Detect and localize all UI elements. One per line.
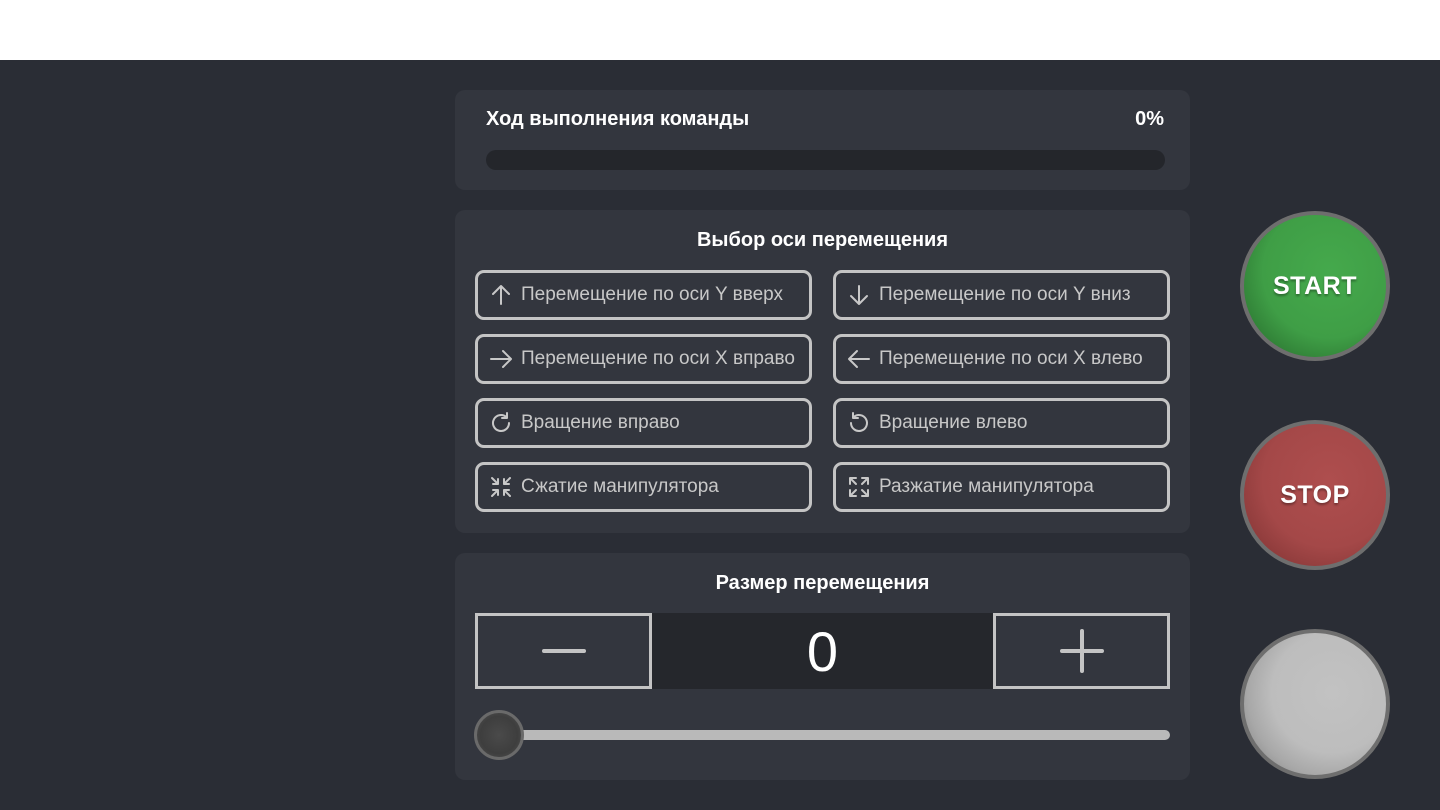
move-y-up-label: Перемещение по оси Y вверх bbox=[521, 284, 784, 305]
size-slider-thumb[interactable] bbox=[474, 710, 524, 760]
progress-panel: Ход выполнения команды 0% bbox=[455, 90, 1190, 190]
start-button[interactable]: START bbox=[1240, 211, 1390, 361]
top-bar bbox=[0, 0, 1440, 60]
axis-panel: Выбор оси перемещения Перемещение по оси… bbox=[455, 210, 1190, 533]
compress-icon bbox=[489, 475, 513, 499]
arrow-right-icon bbox=[489, 347, 513, 371]
rotate-left-button[interactable]: Вращение влево bbox=[833, 398, 1170, 448]
progress-bar bbox=[486, 150, 1165, 170]
rotate-right-button[interactable]: Вращение вправо bbox=[475, 398, 812, 448]
move-x-right-label: Перемещение по оси X вправо bbox=[521, 348, 795, 369]
stop-button[interactable]: STOP bbox=[1240, 420, 1390, 570]
arrow-left-icon bbox=[847, 347, 871, 371]
move-x-left-label: Перемещение по оси X влево bbox=[879, 348, 1143, 369]
expand-icon bbox=[847, 475, 871, 499]
move-y-up-button[interactable]: Перемещение по оси Y вверх bbox=[475, 270, 812, 320]
size-value: 0 bbox=[652, 613, 993, 689]
progress-percent: 0% bbox=[1135, 108, 1164, 130]
plus-icon bbox=[1059, 629, 1104, 673]
move-y-down-button[interactable]: Перемещение по оси Y вниз bbox=[833, 270, 1170, 320]
decrease-button[interactable] bbox=[475, 613, 652, 689]
size-panel-title: Размер перемещения bbox=[715, 572, 930, 594]
size-stepper: 0 bbox=[475, 613, 1170, 689]
size-slider-track[interactable] bbox=[500, 730, 1170, 740]
axis-button-grid: Перемещение по оси Y вверх Перемещение п… bbox=[475, 270, 1170, 512]
rotate-right-icon bbox=[489, 411, 513, 435]
move-x-right-button[interactable]: Перемещение по оси X вправо bbox=[475, 334, 812, 384]
size-panel: Размер перемещения 0 bbox=[455, 553, 1190, 780]
axis-panel-title: Выбор оси перемещения bbox=[696, 229, 949, 251]
rotate-left-icon bbox=[847, 411, 871, 435]
minus-icon bbox=[541, 649, 586, 653]
expand-gripper-button[interactable]: Разжатие манипулятора bbox=[833, 462, 1170, 512]
compress-gripper-button[interactable]: Сжатие манипулятора bbox=[475, 462, 812, 512]
move-y-down-label: Перемещение по оси Y вниз bbox=[879, 284, 1131, 305]
rotate-left-label: Вращение влево bbox=[879, 412, 1028, 433]
increase-button[interactable] bbox=[993, 613, 1170, 689]
neutral-button[interactable] bbox=[1240, 629, 1390, 779]
compress-gripper-label: Сжатие манипулятора bbox=[521, 476, 719, 497]
main-area: Ход выполнения команды 0% Выбор оси пере… bbox=[0, 60, 1440, 810]
progress-title: Ход выполнения команды bbox=[486, 108, 750, 130]
move-x-left-button[interactable]: Перемещение по оси X влево bbox=[833, 334, 1170, 384]
rotate-right-label: Вращение вправо bbox=[521, 412, 680, 433]
arrow-up-icon bbox=[489, 283, 513, 307]
expand-gripper-label: Разжатие манипулятора bbox=[879, 476, 1094, 497]
arrow-down-icon bbox=[847, 283, 871, 307]
